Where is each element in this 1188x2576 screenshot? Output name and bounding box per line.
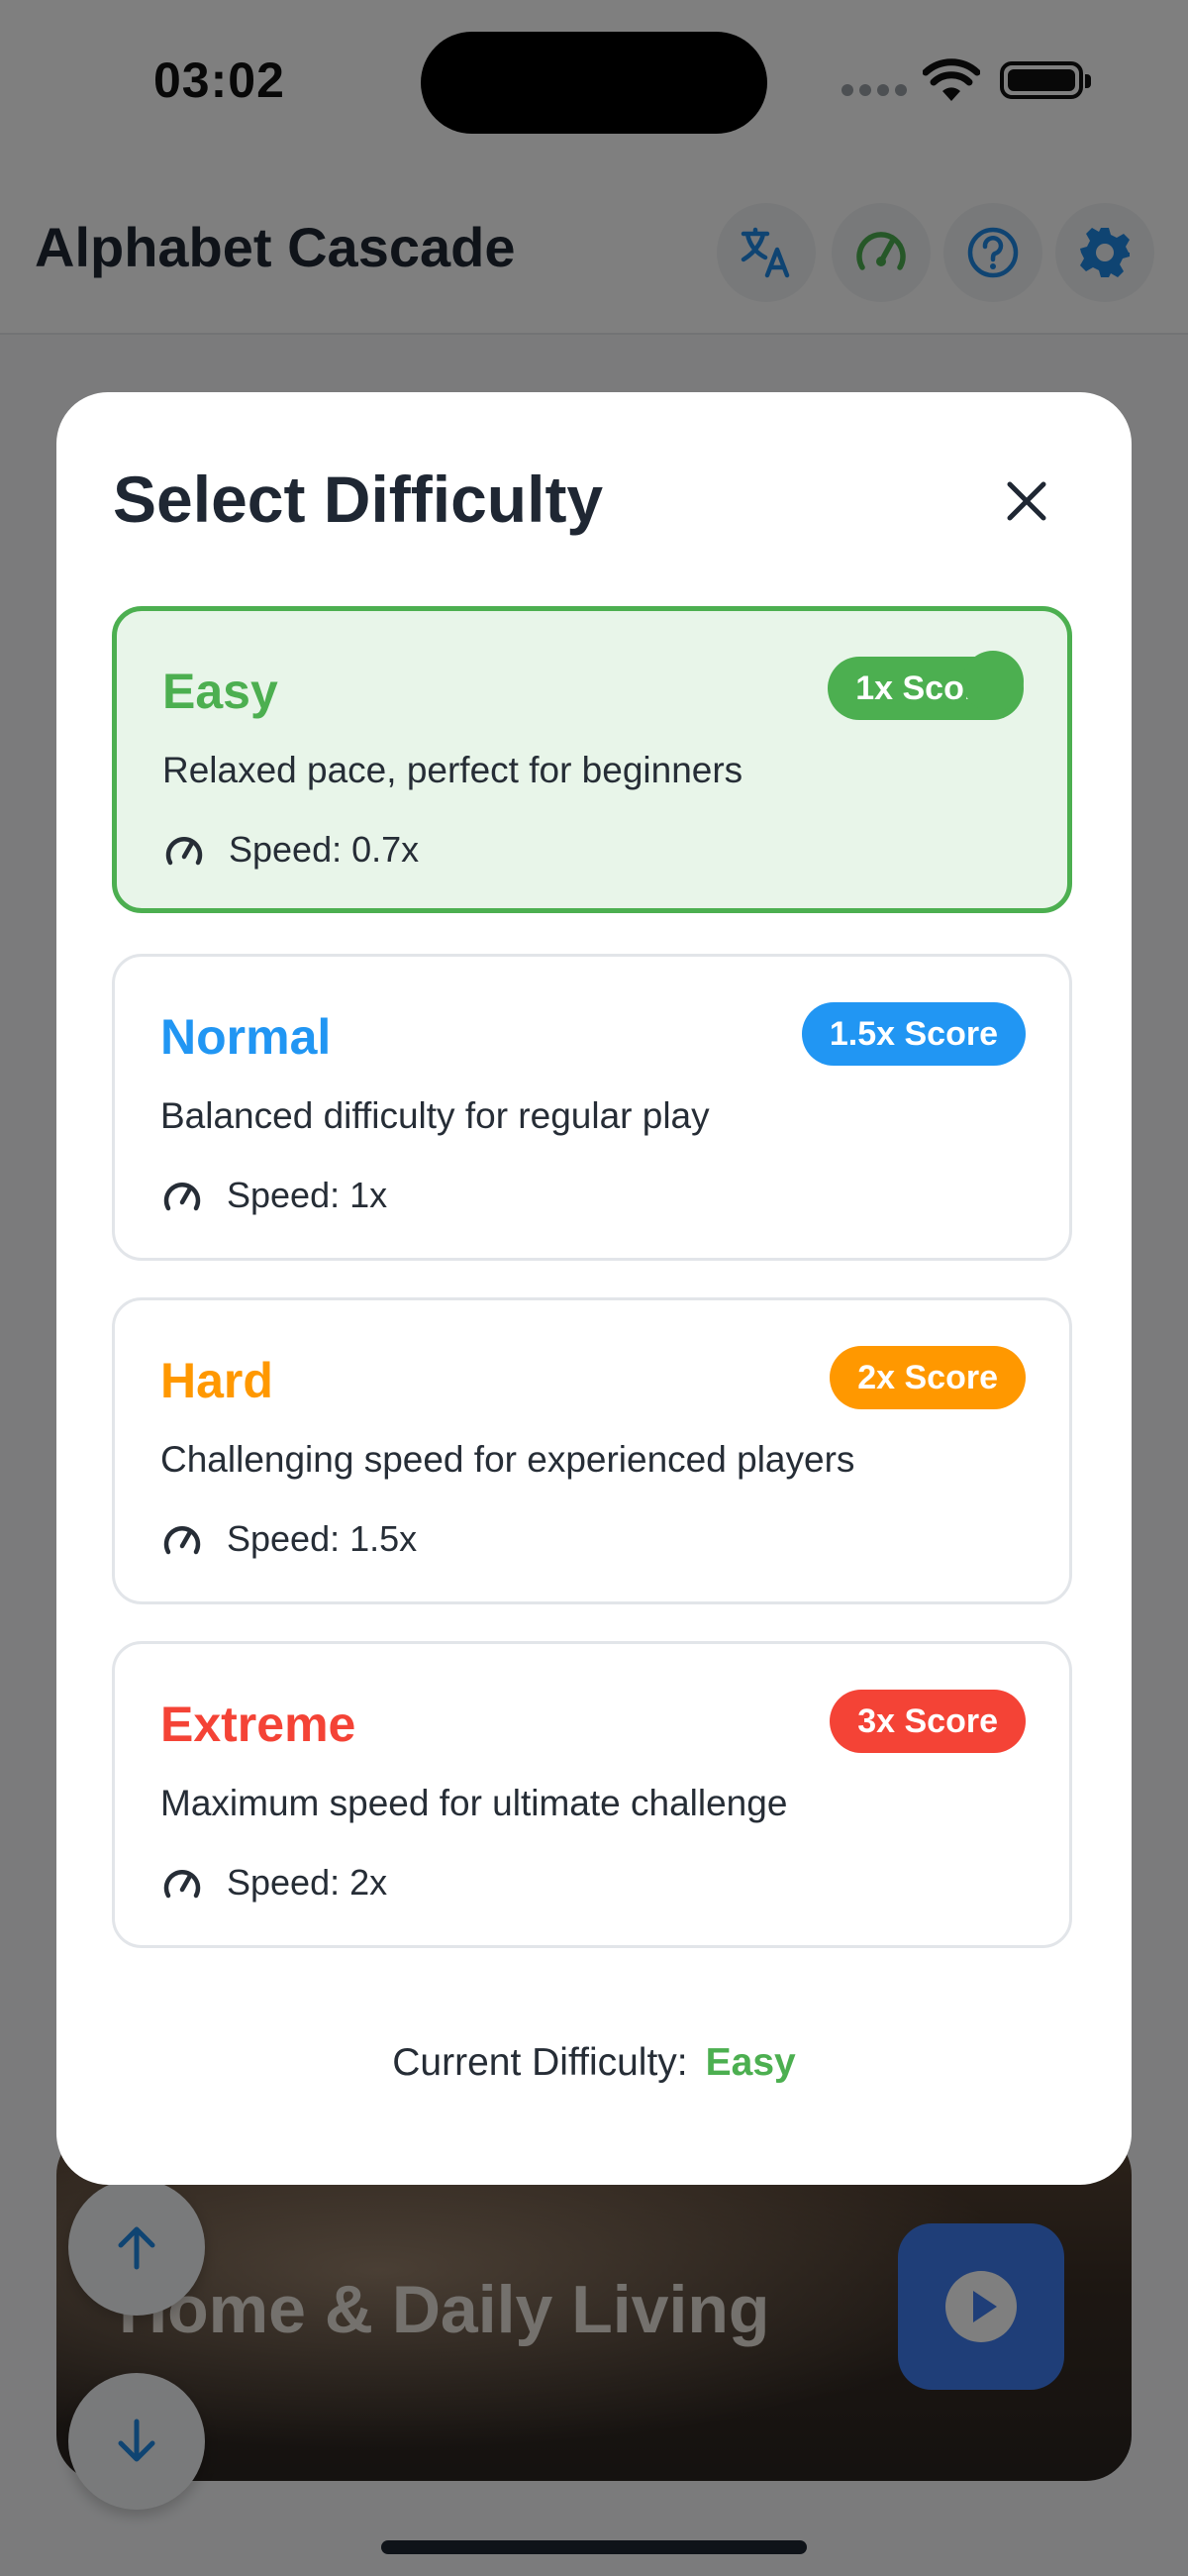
- difficulty-option-easy[interactable]: Easy 1x Score Relaxed pace, perfect for …: [112, 606, 1072, 913]
- score-badge: 3x Score: [830, 1690, 1026, 1753]
- option-speed: Speed: 1.5x: [227, 1518, 418, 1559]
- modal-title: Select Difficulty: [113, 463, 604, 536]
- difficulty-option-extreme[interactable]: Extreme 3x Score Maximum speed for ultim…: [112, 1641, 1072, 1948]
- score-badge: 2x Score: [830, 1346, 1026, 1409]
- close-icon: [1007, 481, 1046, 521]
- option-description: Relaxed pace, perfect for beginners: [162, 750, 743, 790]
- close-button[interactable]: [987, 462, 1066, 541]
- option-speed: Speed: 0.7x: [229, 829, 420, 870]
- option-description: Maximum speed for ultimate challenge: [160, 1783, 788, 1823]
- speedometer-icon: [163, 1183, 201, 1211]
- option-description: Balanced difficulty for regular play: [160, 1095, 710, 1136]
- difficulty-option-hard[interactable]: Hard 2x Score Challenging speed for expe…: [112, 1297, 1072, 1604]
- current-difficulty-value: Easy: [705, 2041, 796, 2084]
- score-badge: 1.5x Score: [801, 1002, 1026, 1066]
- difficulty-modal: Select Difficulty Easy 1x Score Relaxed …: [56, 392, 1132, 2185]
- speedometer-icon: [163, 1870, 201, 1899]
- current-difficulty-label: Current Difficulty:: [392, 2041, 688, 2084]
- option-speed: Speed: 1x: [227, 1175, 388, 1215]
- option-name: Easy: [162, 664, 278, 719]
- speedometer-icon: [163, 1526, 201, 1555]
- speedometer-icon: [165, 837, 203, 866]
- option-speed: Speed: 2x: [227, 1862, 388, 1903]
- option-description: Challenging speed for experienced player…: [160, 1439, 855, 1480]
- difficulty-option-normal[interactable]: Normal 1.5x Score Balanced difficulty fo…: [112, 954, 1072, 1261]
- option-name: Extreme: [160, 1697, 356, 1752]
- option-name: Hard: [160, 1353, 273, 1408]
- current-difficulty: Current Difficulty: Easy: [56, 2041, 1132, 2085]
- selected-indicator-icon: [962, 651, 1024, 712]
- option-name: Normal: [160, 1009, 332, 1065]
